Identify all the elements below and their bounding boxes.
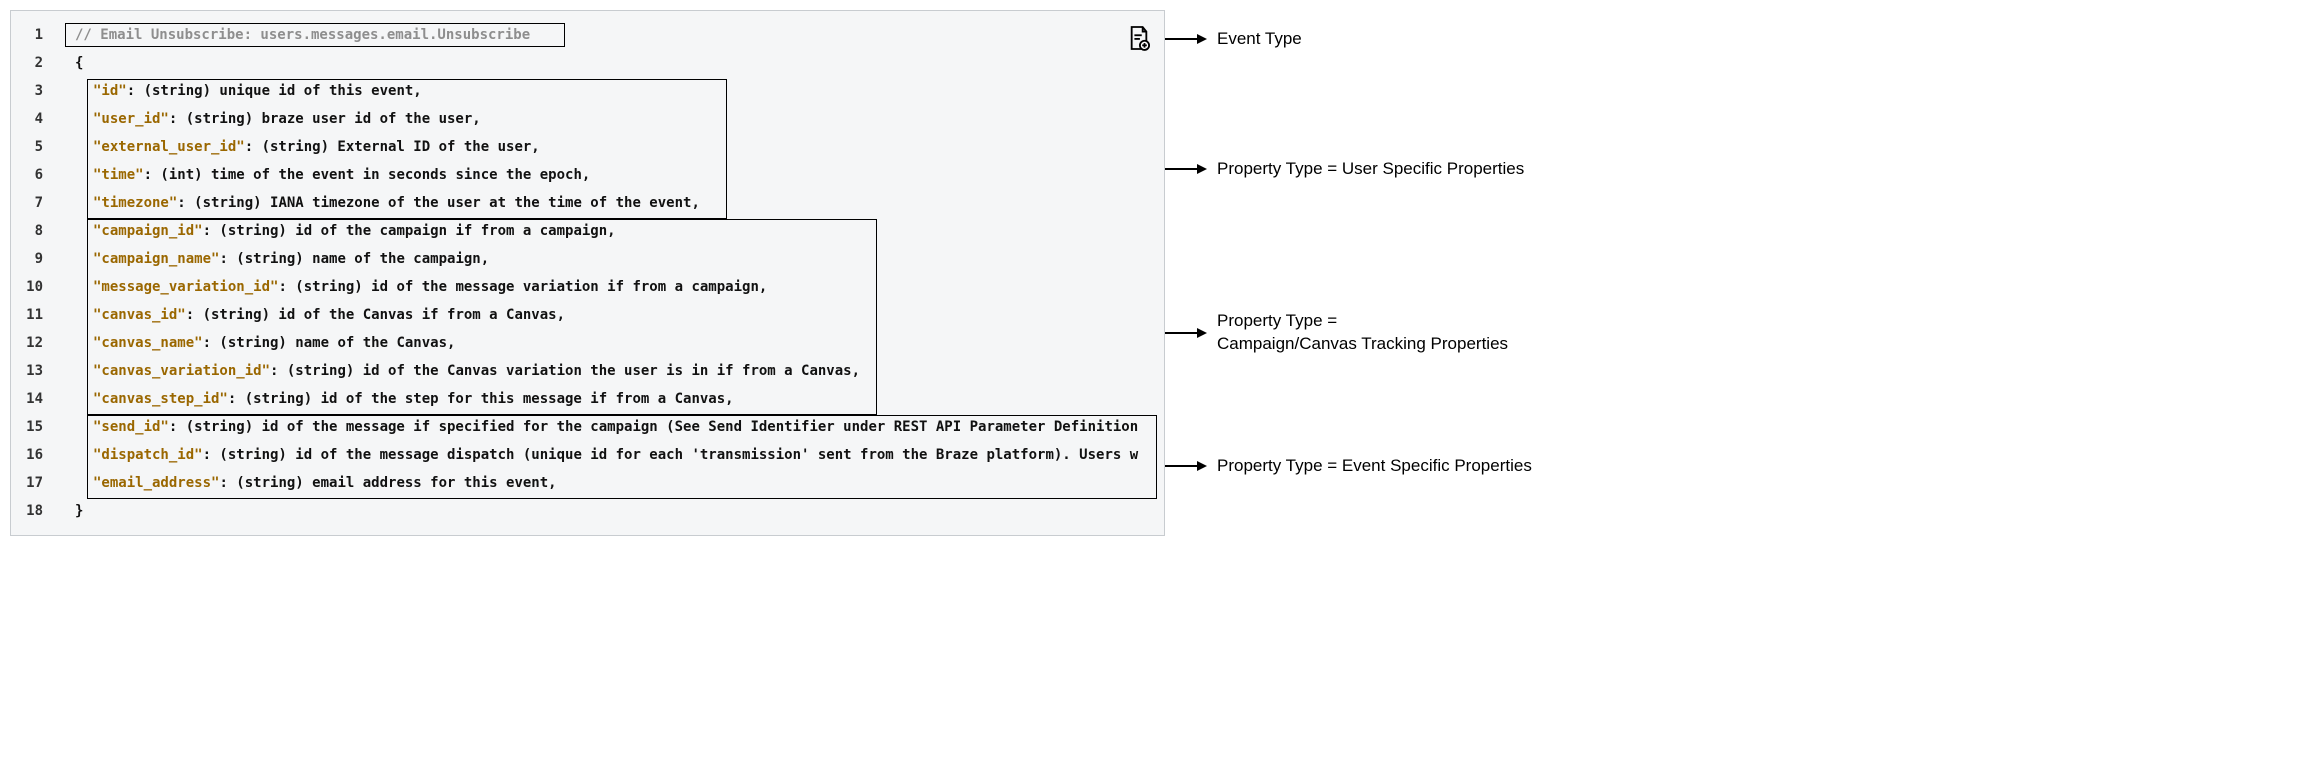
- json-key: "campaign_name": [93, 251, 219, 267]
- json-key: "canvas_variation_id": [93, 363, 270, 379]
- json-desc: : (int) time of the event in seconds sin…: [144, 167, 591, 183]
- json-key: "message_variation_id": [93, 279, 278, 295]
- json-desc: : (string) id of the message if specifie…: [169, 419, 1138, 435]
- code-line: "canvas_id": (string) id of the Canvas i…: [57, 301, 1154, 329]
- line-number: 4: [11, 105, 43, 133]
- annotation-label: Property Type = Campaign/Canvas Tracking…: [1217, 310, 1508, 356]
- code-line: "canvas_name": (string) name of the Canv…: [57, 329, 1154, 357]
- code-line: "campaign_name": (string) name of the ca…: [57, 245, 1154, 273]
- code-line: "user_id": (string) braze user id of the…: [57, 105, 1154, 133]
- json-key: "user_id": [93, 111, 169, 127]
- code-line: "id": (string) unique id of this event,: [57, 77, 1154, 105]
- code-line-close-brace: }: [57, 497, 1154, 525]
- line-number: 12: [11, 329, 43, 357]
- annotation-label: Event Type: [1217, 28, 1302, 51]
- json-desc: : (string) name of the Canvas,: [203, 335, 456, 351]
- json-desc: : (string) External ID of the user,: [245, 139, 540, 155]
- code-line: "dispatch_id": (string) id of the messag…: [57, 441, 1154, 469]
- json-key: "campaign_id": [93, 223, 203, 239]
- json-desc: : (string) id of the Canvas variation th…: [270, 363, 860, 379]
- arrow-icon: [1165, 168, 1205, 170]
- json-key: "canvas_step_id": [93, 391, 228, 407]
- code-line: "message_variation_id": (string) id of t…: [57, 273, 1154, 301]
- json-desc: : (string) braze user id of the user,: [169, 111, 481, 127]
- json-key: "timezone": [93, 195, 177, 211]
- arrow-icon: [1165, 332, 1205, 334]
- code-line: "send_id": (string) id of the message if…: [57, 413, 1154, 441]
- line-number-gutter: 1 2 3 4 5 6 7 8 9 10 11 12 13 14 15 16 1…: [11, 11, 51, 535]
- annotation-campaign-properties: Property Type = Campaign/Canvas Tracking…: [1165, 310, 1508, 356]
- line-number: 2: [11, 49, 43, 77]
- annotation-user-properties: Property Type = User Specific Properties: [1165, 158, 1524, 181]
- code-block: 1 2 3 4 5 6 7 8 9 10 11 12 13 14 15 16 1…: [10, 10, 1165, 536]
- json-desc: : (string) id of the message dispatch (u…: [203, 447, 1139, 463]
- json-desc: : (string) IANA timezone of the user at …: [177, 195, 700, 211]
- code-line: "email_address": (string) email address …: [57, 469, 1154, 497]
- annotation-label: Property Type = Event Specific Propertie…: [1217, 455, 1532, 478]
- code-line: "campaign_id": (string) id of the campai…: [57, 217, 1154, 245]
- line-number: 17: [11, 469, 43, 497]
- code-line: "canvas_step_id": (string) id of the ste…: [57, 385, 1154, 413]
- line-number: 13: [11, 357, 43, 385]
- json-desc: : (string) id of the step for this messa…: [228, 391, 734, 407]
- json-desc: : (string) email address for this event,: [219, 475, 556, 491]
- annotation-label: Property Type = User Specific Properties: [1217, 158, 1524, 181]
- json-desc: : (string) unique id of this event,: [127, 83, 422, 99]
- line-number: 15: [11, 413, 43, 441]
- json-desc: : (string) id of the campaign if from a …: [203, 223, 616, 239]
- line-number: 9: [11, 245, 43, 273]
- line-number: 16: [11, 441, 43, 469]
- json-key: "dispatch_id": [93, 447, 203, 463]
- code-line: "timezone": (string) IANA timezone of th…: [57, 189, 1154, 217]
- json-key: "time": [93, 167, 144, 183]
- code-line: "canvas_variation_id": (string) id of th…: [57, 357, 1154, 385]
- code-line: "external_user_id": (string) External ID…: [57, 133, 1154, 161]
- line-number: 7: [11, 189, 43, 217]
- json-key: "email_address": [93, 475, 219, 491]
- json-key: "id": [93, 83, 127, 99]
- line-number: 14: [11, 385, 43, 413]
- code-line-open-brace: {: [57, 49, 1154, 77]
- json-desc: : (string) id of the Canvas if from a Ca…: [186, 307, 565, 323]
- json-key: "external_user_id": [93, 139, 245, 155]
- annotation-event-properties: Property Type = Event Specific Propertie…: [1165, 455, 1532, 478]
- line-number: 10: [11, 273, 43, 301]
- json-desc: : (string) name of the campaign,: [219, 251, 489, 267]
- line-number: 1: [11, 21, 43, 49]
- arrow-icon: [1165, 38, 1205, 40]
- code-content: // Email Unsubscribe: users.messages.ema…: [51, 11, 1164, 535]
- line-number: 5: [11, 133, 43, 161]
- line-number: 6: [11, 161, 43, 189]
- line-number: 3: [11, 77, 43, 105]
- code-line: "time": (int) time of the event in secon…: [57, 161, 1154, 189]
- annotation-column: Event Type Property Type = User Specific…: [1165, 10, 2290, 536]
- line-number: 8: [11, 217, 43, 245]
- arrow-icon: [1165, 465, 1205, 467]
- json-key: "canvas_id": [93, 307, 186, 323]
- copy-add-icon[interactable]: [1128, 25, 1150, 51]
- line-number: 18: [11, 497, 43, 525]
- json-key: "send_id": [93, 419, 169, 435]
- code-line-comment: // Email Unsubscribe: users.messages.ema…: [57, 21, 1154, 49]
- line-number: 11: [11, 301, 43, 329]
- json-key: "canvas_name": [93, 335, 203, 351]
- json-desc: : (string) id of the message variation i…: [278, 279, 767, 295]
- annotation-event-type: Event Type: [1165, 28, 1302, 51]
- diagram-root: 1 2 3 4 5 6 7 8 9 10 11 12 13 14 15 16 1…: [10, 10, 2290, 536]
